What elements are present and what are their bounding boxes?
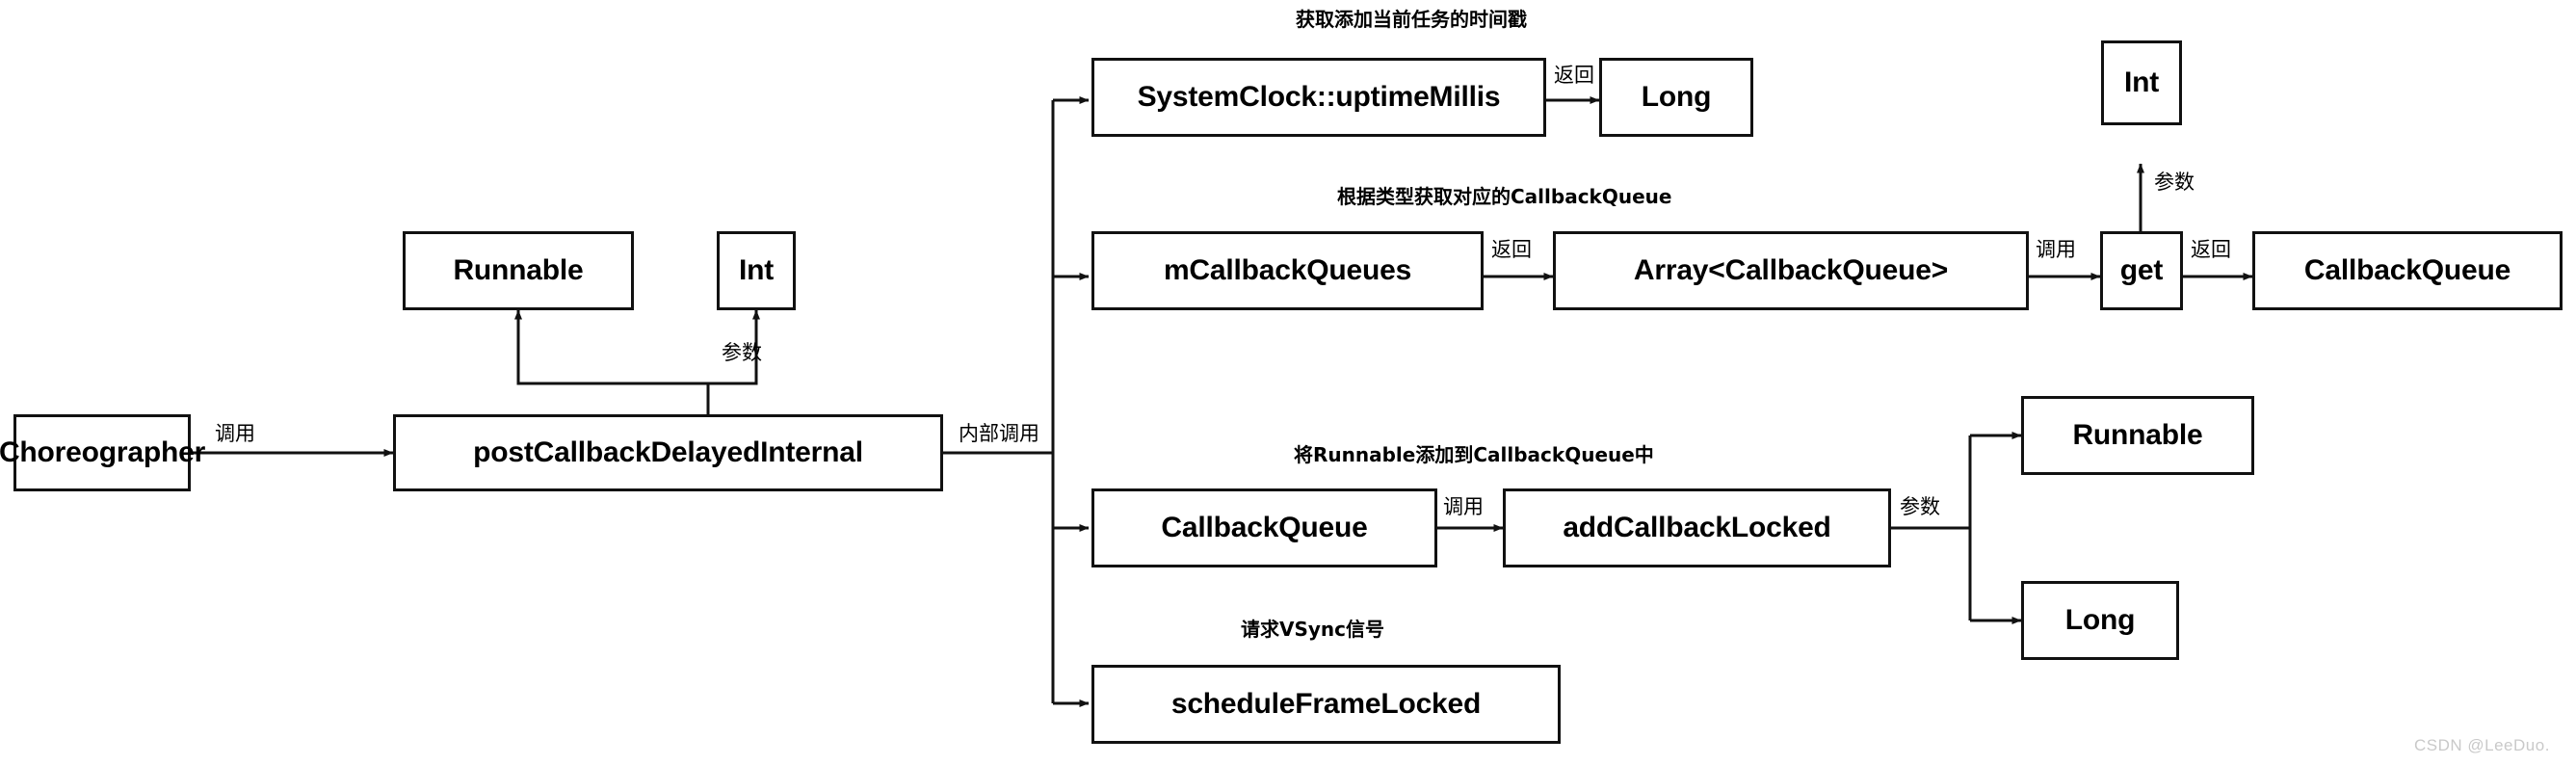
- node-get[interactable]: get: [2100, 231, 2183, 310]
- annotation-row1: 获取添加当前任务的时间戳: [1296, 8, 1527, 31]
- edge-label-array-to-get: 调用: [2036, 238, 2076, 261]
- node-callback-queue-return[interactable]: CallbackQueue: [2252, 231, 2563, 310]
- edge-label-add-params: 参数: [1900, 495, 1940, 518]
- node-add-callback-locked[interactable]: addCallbackLocked: [1503, 488, 1891, 567]
- edge-label-choreographer-to-post: 调用: [215, 422, 255, 445]
- node-post-callback-delayed-internal-label: postCallbackDelayedInternal: [473, 436, 863, 468]
- edge-label-post-params: 参数: [722, 341, 762, 364]
- edge-label-uptime-to-long: 返回: [1554, 64, 1594, 87]
- annotation-row2: 根据类型获取对应的CallbackQueue: [1337, 185, 1672, 208]
- edge-label-queues-to-array: 返回: [1491, 238, 1532, 261]
- node-int-get-param-label: Int: [2123, 66, 2160, 98]
- node-schedule-frame-locked-label: scheduleFrameLocked: [1170, 688, 1482, 720]
- watermark: CSDN @LeeDuo.: [2414, 736, 2550, 754]
- node-callback-queue-label: CallbackQueue: [1161, 512, 1368, 543]
- node-callback-queue[interactable]: CallbackQueue: [1091, 488, 1437, 567]
- edge-label-post-internal-call: 内部调用: [959, 422, 1039, 445]
- node-int-param[interactable]: Int: [717, 231, 796, 310]
- node-post-callback-delayed-internal[interactable]: postCallbackDelayedInternal: [393, 414, 943, 491]
- node-schedule-frame-locked[interactable]: scheduleFrameLocked: [1091, 665, 1561, 744]
- node-system-clock-uptime-millis-label: SystemClock::uptimeMillis: [1137, 81, 1501, 113]
- edge-label-queue-to-add: 调用: [1443, 495, 1484, 518]
- edge-label-get-to-callbackqueue: 返回: [2191, 238, 2231, 261]
- node-choreographer[interactable]: Choreographer: [0, 414, 205, 491]
- node-m-callback-queues-label: mCallbackQueues: [1163, 254, 1412, 286]
- annotation-row3: 将Runnable添加到CallbackQueue中: [1294, 443, 1654, 466]
- node-long-return-top-label: Long: [1641, 81, 1712, 113]
- annotation-row4: 请求VSync信号: [1241, 618, 1385, 641]
- node-get-label: get: [2119, 254, 2164, 286]
- node-long-arg[interactable]: Long: [2021, 581, 2179, 660]
- node-long-return-top[interactable]: Long: [1599, 58, 1753, 137]
- node-system-clock-uptime-millis[interactable]: SystemClock::uptimeMillis: [1091, 58, 1546, 137]
- node-array-callback-queue[interactable]: Array<CallbackQueue>: [1553, 231, 2029, 310]
- edge-label-get-param: 参数: [2154, 171, 2195, 194]
- node-add-callback-locked-label: addCallbackLocked: [1563, 512, 1831, 543]
- node-int-get-param[interactable]: Int: [2101, 40, 2182, 125]
- node-m-callback-queues[interactable]: mCallbackQueues: [1091, 231, 1484, 310]
- node-runnable-arg[interactable]: Runnable: [2021, 396, 2254, 475]
- node-runnable-arg-label: Runnable: [2072, 419, 2203, 451]
- node-array-callback-queue-label: Array<CallbackQueue>: [1633, 254, 1949, 286]
- node-choreographer-label: Choreographer: [0, 436, 206, 468]
- node-callback-queue-return-label: CallbackQueue: [2303, 254, 2511, 286]
- diagram-canvas: Choreographer postCallbackDelayedInterna…: [0, 0, 2576, 765]
- node-runnable-param-label: Runnable: [453, 254, 584, 286]
- node-long-arg-label: Long: [2064, 604, 2136, 636]
- node-runnable-param[interactable]: Runnable: [403, 231, 634, 310]
- node-int-param-label: Int: [738, 254, 775, 286]
